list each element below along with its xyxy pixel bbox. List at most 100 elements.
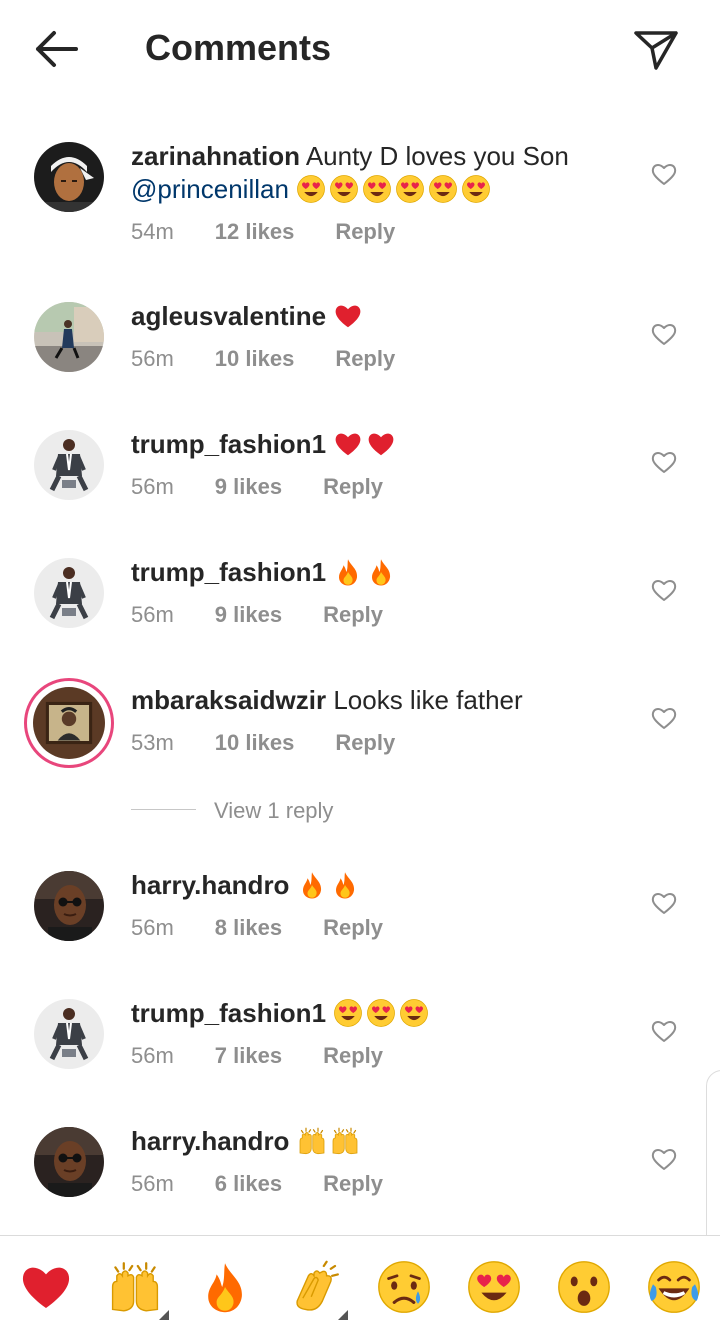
heart-eyes-emoji: [362, 174, 392, 204]
fire-emoji: [333, 557, 363, 587]
avatar[interactable]: [34, 142, 104, 212]
likes-count[interactable]: 9 likes: [215, 474, 282, 500]
like-comment-button[interactable]: [650, 161, 678, 187]
comment-meta: 56m 8 likes Reply: [131, 915, 383, 941]
reply-button[interactable]: Reply: [323, 1043, 383, 1069]
avatar[interactable]: [34, 302, 104, 372]
skin-tone-indicator: [338, 1310, 348, 1320]
likes-count[interactable]: 8 likes: [215, 915, 282, 941]
like-comment-button[interactable]: [650, 705, 678, 731]
red-heart-emoji: [333, 301, 363, 331]
quick-reaction-surprised[interactable]: [556, 1259, 612, 1315]
quick-reaction-tears-of-joy[interactable]: [646, 1259, 702, 1315]
comment-username[interactable]: agleusvalentine: [131, 301, 326, 331]
comment-item: agleusvalentine 56m 10 likes Reply: [0, 300, 720, 410]
heart-eyes-emoji: [399, 998, 429, 1028]
comment-text: harry.handro: [131, 869, 601, 902]
comment-time: 56m: [131, 1043, 174, 1068]
raising-hands-emoji: [330, 1126, 360, 1156]
quick-reaction-red-heart[interactable]: [18, 1259, 74, 1315]
reply-button[interactable]: Reply: [323, 1171, 383, 1197]
heart-outline-icon: [651, 708, 677, 729]
comment-meta: 56m 10 likes Reply: [131, 346, 395, 372]
likes-count[interactable]: 9 likes: [215, 602, 282, 628]
red-heart-emoji: [333, 429, 363, 459]
heart-outline-icon: [651, 164, 677, 185]
comment-time: 56m: [131, 346, 174, 371]
replies-divider: [131, 809, 196, 810]
comment-body: Aunty D loves you Son: [305, 141, 569, 171]
comment-item: trump_fashion1 56m 9 likes Reply: [0, 556, 720, 666]
avatar[interactable]: [24, 678, 114, 768]
red-heart-emoji: [366, 429, 396, 459]
quick-reaction-clapping-hands[interactable]: [286, 1259, 342, 1315]
avatar[interactable]: [34, 1127, 104, 1197]
comment-time: 56m: [131, 915, 174, 940]
comment-time: 56m: [131, 1171, 174, 1196]
comment-item: trump_fashion1 56m 9 likes Reply: [0, 428, 720, 538]
comment-meta: 53m 10 likes Reply: [131, 730, 395, 756]
comment-username[interactable]: trump_fashion1: [131, 557, 326, 587]
reply-button[interactable]: Reply: [335, 730, 395, 756]
page-title: Comments: [145, 27, 332, 68]
reply-button[interactable]: Reply: [323, 474, 383, 500]
comment-meta: 56m 9 likes Reply: [131, 602, 383, 628]
reply-button[interactable]: Reply: [323, 602, 383, 628]
comment-username[interactable]: zarinahnation: [131, 141, 300, 171]
comment-item: harry.handro 56m 6 likes Reply: [0, 1125, 720, 1235]
like-comment-button[interactable]: [650, 321, 678, 347]
heart-outline-icon: [651, 580, 677, 601]
comment-meta: 54m 12 likes Reply: [131, 219, 395, 245]
comment-username[interactable]: harry.handro: [131, 1126, 289, 1156]
heart-eyes-emoji: [366, 998, 396, 1028]
back-button[interactable]: [30, 26, 82, 72]
comment-text: mbaraksaidwzir Looks like father: [131, 684, 601, 717]
likes-count[interactable]: 10 likes: [215, 346, 295, 372]
comment-username[interactable]: harry.handro: [131, 870, 289, 900]
comment-time: 54m: [131, 219, 174, 244]
like-comment-button[interactable]: [650, 577, 678, 603]
avatar[interactable]: [34, 558, 104, 628]
heart-outline-icon: [651, 452, 677, 473]
fire-emoji: [330, 870, 360, 900]
like-comment-button[interactable]: [650, 449, 678, 475]
comment-text: trump_fashion1: [131, 428, 601, 461]
likes-count[interactable]: 12 likes: [215, 219, 295, 245]
comment-username[interactable]: trump_fashion1: [131, 998, 326, 1028]
likes-count[interactable]: 7 likes: [215, 1043, 282, 1069]
heart-outline-icon: [651, 1149, 677, 1170]
likes-count[interactable]: 6 likes: [215, 1171, 282, 1197]
comment-time: 53m: [131, 730, 174, 755]
quick-reaction-sad-relieved[interactable]: [376, 1259, 432, 1315]
heart-outline-icon: [651, 893, 677, 914]
like-comment-button[interactable]: [650, 1146, 678, 1172]
reply-button[interactable]: Reply: [323, 915, 383, 941]
share-button[interactable]: [630, 24, 682, 74]
comment-username[interactable]: trump_fashion1: [131, 429, 326, 459]
avatar[interactable]: [34, 871, 104, 941]
comment-username[interactable]: mbaraksaidwzir: [131, 685, 326, 715]
likes-count[interactable]: 10 likes: [215, 730, 295, 756]
reply-button[interactable]: Reply: [335, 346, 395, 372]
comment-time: 56m: [131, 602, 174, 627]
like-comment-button[interactable]: [650, 1018, 678, 1044]
raising-hands-emoji: [297, 1126, 327, 1156]
heart-eyes-emoji: [333, 998, 363, 1028]
avatar[interactable]: [34, 430, 104, 500]
quick-reaction-raising-hands[interactable]: [107, 1259, 163, 1315]
fire-emoji: [366, 557, 396, 587]
quick-reactions-bar: [0, 1235, 720, 1339]
comment-meta: 56m 6 likes Reply: [131, 1171, 383, 1197]
heart-eyes-emoji: [296, 174, 326, 204]
comment-meta: 56m 9 likes Reply: [131, 474, 383, 500]
reply-button[interactable]: Reply: [335, 219, 395, 245]
send-icon: [634, 31, 678, 70]
heart-outline-icon: [651, 1021, 677, 1042]
quick-reaction-fire[interactable]: [197, 1259, 253, 1315]
comment-text: harry.handro: [131, 1125, 601, 1158]
avatar[interactable]: [34, 999, 104, 1069]
heart-outline-icon: [651, 324, 677, 345]
like-comment-button[interactable]: [650, 890, 678, 916]
mention-link[interactable]: @princenillan: [131, 174, 289, 204]
quick-reaction-heart-eyes[interactable]: [466, 1259, 522, 1315]
